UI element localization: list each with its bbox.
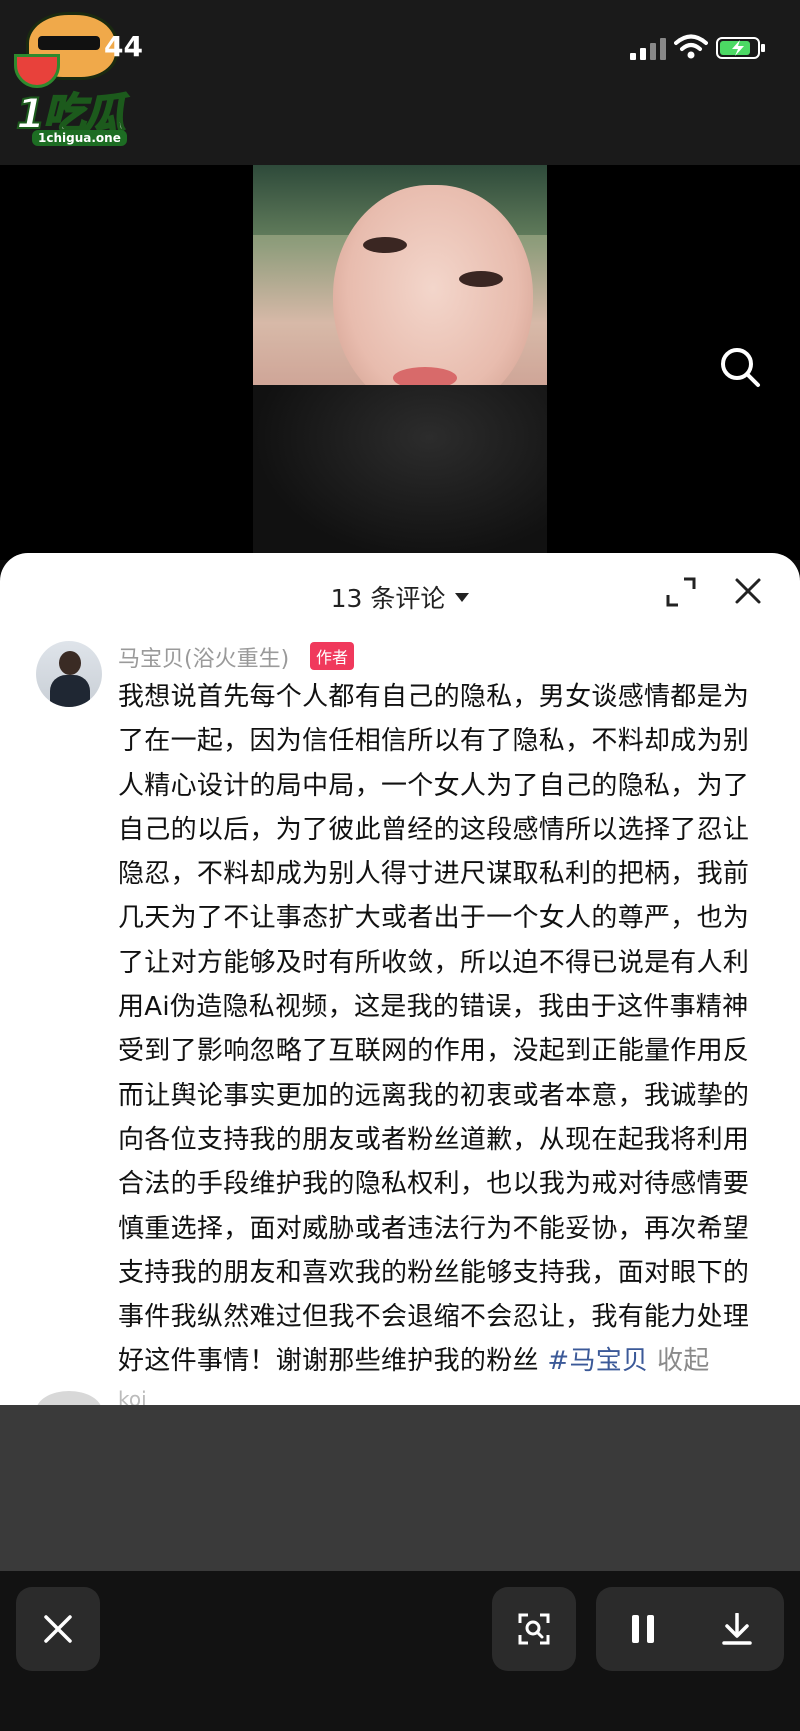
next-comment-name[interactable]: koi (118, 1387, 147, 1405)
download-icon (722, 1613, 752, 1645)
comment-body: 我想说首先每个人都有自己的隐私，男女谈感情都是为了在一起，因为信任相信所以有了隐… (118, 682, 750, 1377)
video-frame (253, 165, 547, 560)
close-icon[interactable] (734, 577, 762, 605)
media-controls (596, 1587, 784, 1671)
scan-button[interactable] (492, 1587, 576, 1671)
cellular-signal-icon (630, 38, 666, 60)
status-time: 44 (104, 30, 143, 63)
video-player[interactable] (0, 165, 800, 560)
pause-icon (632, 1615, 654, 1643)
portrait-eye (459, 271, 503, 287)
close-icon (44, 1615, 72, 1643)
next-comment-avatar[interactable] (36, 1391, 102, 1405)
sunglasses-icon (38, 36, 100, 50)
scan-icon (518, 1613, 550, 1645)
author-badge: 作者 (310, 642, 355, 670)
author-avatar[interactable] (36, 641, 102, 707)
avatar-body (50, 675, 90, 707)
search-icon[interactable] (718, 345, 762, 389)
comment-panel: 13 条评论 马宝贝(浴火重生) 作者 我想说首先每个人都有自己的隐私，男女谈感… (0, 553, 800, 1405)
hashtag-link[interactable]: #马宝贝 (547, 1346, 648, 1376)
comment-text: 我想说首先每个人都有自己的隐私，男女谈感情都是为了在一起，因为信任相信所以有了隐… (118, 675, 754, 1384)
close-button[interactable] (16, 1587, 100, 1671)
bottom-toolbar (0, 1571, 800, 1731)
dimmed-overlay (0, 1405, 800, 1571)
portrait-outfit (253, 385, 547, 560)
battery-charging-icon (716, 37, 765, 59)
wifi-icon (674, 34, 708, 59)
caret-down-icon (455, 592, 470, 602)
avatar-head (59, 651, 81, 675)
author-name[interactable]: 马宝贝(浴火重生) (118, 641, 289, 673)
portrait-eye (363, 237, 407, 253)
status-bar: 1吃瓜 1chigua.one 44 (0, 0, 800, 165)
expand-icon[interactable] (666, 577, 696, 607)
pause-button[interactable] (596, 1587, 690, 1671)
download-button[interactable] (690, 1587, 784, 1671)
watermark-site: 1chigua.one (32, 130, 127, 146)
comment-count-label: 13 条评论 (330, 584, 446, 613)
collapse-link[interactable]: 收起 (648, 1346, 709, 1376)
